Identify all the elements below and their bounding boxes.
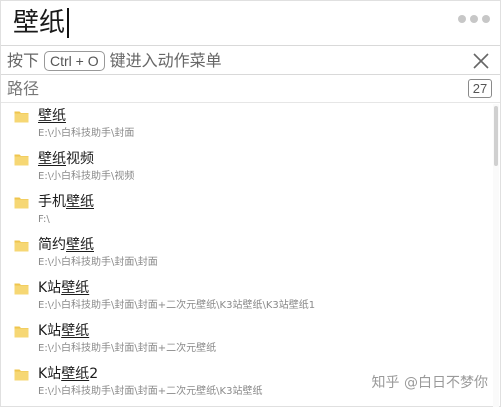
section-label: 路径 [7, 79, 40, 98]
result-path: E:\小白科技助手\封面\封面+二次元壁纸\K3站壁纸 [38, 386, 263, 397]
folder-icon [14, 326, 29, 338]
results-list: 壁纸 E:\小白科技助手\封面 壁纸视频 E:\小白科技助手\视频 手机壁纸 F:\ 简约壁… [1, 104, 493, 407]
watermark: 知乎 @白日不梦你 [371, 375, 488, 391]
shortcut-key: Ctrl + O [44, 51, 105, 71]
list-item[interactable]: 简约壁纸 E:\小白科技助手\封面\封面 [1, 233, 493, 276]
close-icon[interactable] [472, 52, 490, 70]
result-count-badge: 27 [468, 79, 492, 98]
title-match: 壁纸 [66, 237, 94, 253]
result-title: 手机壁纸 [38, 193, 94, 211]
folder-icon [14, 154, 29, 166]
folder-icon [14, 197, 29, 209]
hint-prefix: 按下 [7, 51, 40, 70]
more-dots-icon[interactable] [458, 15, 490, 23]
list-item[interactable]: 手机壁纸 F:\ [1, 190, 493, 233]
title-prefix: 简约 [38, 237, 66, 253]
folder-icon [14, 369, 29, 381]
list-item[interactable]: K站壁纸 E:\小白科技助手\封面\封面+二次元壁纸 [1, 319, 493, 362]
list-item[interactable]: 壁纸视频 E:\小白科技助手\视频 [1, 147, 493, 190]
result-path: F:\ [38, 214, 50, 225]
result-path: E:\小白科技助手\封面\封面+二次元壁纸 [38, 343, 217, 354]
result-path: E:\小白科技助手\封面\封面 [38, 257, 158, 268]
text-caret [67, 8, 69, 38]
search-launcher-window: 壁纸 按下 Ctrl + O 键进入动作菜单 路径 27 壁纸 E:\小白科技助手… [0, 0, 501, 407]
result-title: K站壁纸 [38, 322, 89, 340]
result-path: E:\小白科技助手\封面 [38, 128, 135, 139]
list-item[interactable]: 壁纸 E:\小白科技助手\封面 [1, 104, 493, 147]
search-bar: 壁纸 [1, 1, 500, 46]
title-prefix: K站 [38, 366, 62, 382]
title-suffix: 2 [89, 366, 99, 382]
folder-icon [14, 240, 29, 252]
title-match: 壁纸 [38, 108, 66, 124]
action-hint: 按下 Ctrl + O 键进入动作菜单 [7, 50, 222, 72]
title-prefix: 手机 [38, 194, 66, 210]
result-path: E:\小白科技助手\视频 [38, 171, 135, 182]
title-suffix: 视频 [66, 151, 94, 167]
scrollbar-thumb[interactable] [494, 106, 498, 166]
folder-icon [14, 111, 29, 123]
title-match: 壁纸 [38, 151, 66, 167]
section-header-path: 路径 27 [1, 76, 500, 103]
result-title: 简约壁纸 [38, 236, 94, 254]
result-title: 壁纸 [38, 107, 66, 125]
title-match: 壁纸 [61, 366, 90, 382]
folder-icon [14, 283, 29, 295]
title-prefix: K站 [38, 280, 62, 296]
result-path: E:\小白科技助手\封面\封面+二次元壁纸\K3站壁纸\K3站壁纸1 [38, 300, 316, 311]
scrollbar[interactable] [493, 104, 499, 407]
result-title: K站壁纸 [38, 279, 89, 297]
title-match: 壁纸 [61, 323, 90, 339]
title-match: 壁纸 [66, 194, 94, 210]
result-title: K站壁纸2 [38, 365, 98, 383]
result-title: 壁纸视频 [38, 150, 94, 168]
title-match: 壁纸 [61, 280, 90, 296]
title-prefix: K站 [38, 323, 62, 339]
search-input[interactable]: 壁纸 [13, 5, 65, 41]
list-item[interactable]: K站壁纸 E:\小白科技助手\封面\封面+二次元壁纸\K3站壁纸\K3站壁纸1 [1, 276, 493, 319]
action-hint-bar: 按下 Ctrl + O 键进入动作菜单 [1, 47, 500, 75]
hint-suffix: 键进入动作菜单 [109, 51, 222, 70]
